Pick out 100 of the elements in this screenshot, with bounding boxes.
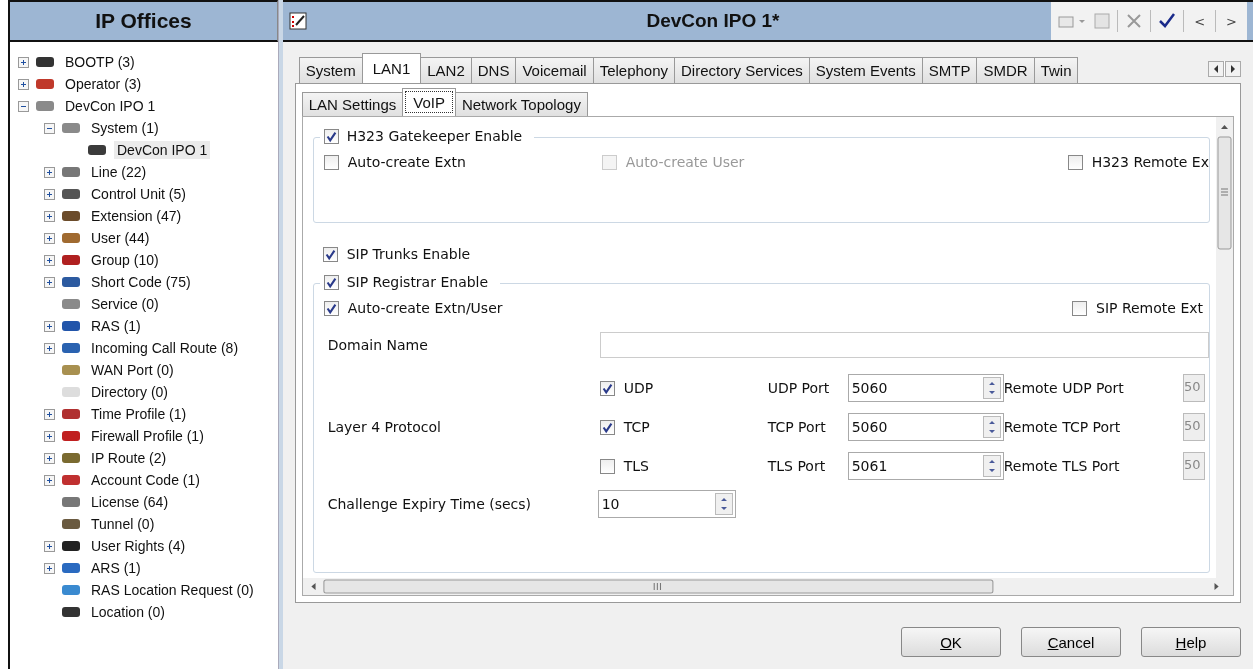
- tab[interactable]: SMTP: [921, 57, 978, 83]
- tree-item[interactable]: Service (0): [88, 295, 162, 313]
- spinner-arrows-icon[interactable]: [714, 493, 733, 515]
- spin-field[interactable]: 5060: [847, 413, 1004, 441]
- tree-item[interactable]: Incoming Call Route (8): [88, 339, 242, 357]
- field-label: Remote TLS Port: [1003, 458, 1121, 474]
- tree-item[interactable]: Time Profile (1): [88, 405, 190, 423]
- field-label: TLS Port: [767, 458, 827, 474]
- tree-item[interactable]: Control Unit (5): [88, 185, 189, 203]
- tree-item[interactable]: Line (22): [88, 163, 150, 181]
- checkbox[interactable]: [599, 380, 615, 396]
- tab[interactable]: SMDR: [976, 57, 1035, 83]
- field-label: TCP Port: [767, 419, 827, 435]
- node-icon: [60, 252, 82, 268]
- expand-toggle[interactable]: [44, 408, 55, 420]
- checkbox[interactable]: [323, 154, 339, 170]
- tree-item[interactable]: User Rights (4): [88, 537, 189, 555]
- checkbox[interactable]: [1067, 154, 1083, 170]
- expand-toggle[interactable]: [44, 342, 55, 354]
- node-icon: [60, 560, 82, 576]
- tree-item[interactable]: Tunnel (0): [88, 515, 158, 533]
- tree-item[interactable]: BOOTP (3): [62, 53, 138, 71]
- scroll-left-icon[interactable]: [1208, 61, 1224, 77]
- tree-item[interactable]: WAN Port (0): [88, 361, 177, 379]
- tab[interactable]: VoIP: [402, 88, 456, 116]
- dialog-button[interactable]: Help: [1141, 627, 1241, 657]
- input-field[interactable]: [599, 332, 1209, 358]
- field-label: Challenge Expiry Time (secs): [326, 496, 533, 512]
- checkbox[interactable]: [323, 128, 339, 144]
- tree-item[interactable]: ARS (1): [88, 559, 144, 577]
- tree-item[interactable]: License (64): [88, 493, 172, 511]
- tree-item[interactable]: Location (0): [88, 603, 168, 621]
- checkbox-label: TCP: [623, 419, 650, 435]
- expand-toggle[interactable]: [44, 188, 55, 200]
- dialog-button[interactable]: Cancel: [1021, 627, 1121, 657]
- expand-toggle[interactable]: [44, 540, 55, 552]
- spinner-arrows-icon[interactable]: [982, 416, 1001, 438]
- tab[interactable]: Network Topology: [454, 92, 588, 116]
- expand-toggle[interactable]: [44, 276, 55, 288]
- checkbox-label: SIP Remote Ext: [1096, 300, 1203, 316]
- checkbox-label: SIP Registrar Enable: [346, 274, 489, 290]
- checkbox[interactable]: [323, 300, 339, 316]
- tree-item[interactable]: Firewall Profile (1): [88, 427, 207, 445]
- tab[interactable]: DNS: [470, 57, 517, 83]
- expand-toggle[interactable]: [18, 100, 29, 112]
- expand-toggle[interactable]: [44, 210, 55, 222]
- tree-item[interactable]: Extension (47): [88, 207, 185, 225]
- spinner-arrows-icon[interactable]: [982, 455, 1001, 477]
- nav-button[interactable]: <: [1190, 13, 1210, 29]
- field-label: Layer 4 Protocol: [326, 419, 442, 435]
- checkbox[interactable]: [322, 246, 338, 262]
- checkbox[interactable]: [1072, 300, 1087, 316]
- expand-toggle[interactable]: [44, 254, 55, 266]
- tree-item[interactable]: RAS (1): [88, 317, 144, 335]
- expand-toggle[interactable]: [44, 122, 55, 134]
- tree-item[interactable]: Directory (0): [88, 383, 171, 401]
- tab[interactable]: Telephony: [592, 57, 676, 83]
- spin-field[interactable]: 5061: [847, 452, 1004, 480]
- tree-item[interactable]: RAS Location Request (0): [88, 581, 257, 599]
- tab[interactable]: Twin: [1033, 57, 1079, 83]
- tree-item[interactable]: Short Code (75): [88, 273, 194, 291]
- expand-toggle[interactable]: [44, 430, 55, 442]
- node-icon: [60, 208, 82, 224]
- tab[interactable]: LAN2: [420, 57, 472, 83]
- checkbox[interactable]: [599, 458, 615, 474]
- checkbox[interactable]: [599, 419, 615, 435]
- nav-button[interactable]: >: [1222, 13, 1241, 29]
- tree-item[interactable]: Operator (3): [62, 75, 145, 93]
- spin-field[interactable]: 10: [597, 490, 736, 518]
- tree-item[interactable]: Account Code (1): [88, 471, 203, 489]
- expand-toggle[interactable]: [44, 452, 55, 464]
- checkbox-label: TLS: [623, 458, 649, 474]
- spin-field[interactable]: 5060: [847, 374, 1004, 402]
- expand-toggle[interactable]: [44, 562, 55, 574]
- tab[interactable]: LAN1: [361, 53, 422, 83]
- expand-toggle[interactable]: [44, 232, 55, 244]
- tab[interactable]: Directory Services: [674, 57, 810, 83]
- tree-item[interactable]: IP Route (2): [88, 449, 170, 467]
- tab[interactable]: Voicemail: [515, 57, 594, 83]
- tree-item[interactable]: DevCon IPO 1: [62, 97, 159, 115]
- dialog-button[interactable]: OK: [901, 627, 1001, 657]
- node-icon: [60, 362, 82, 378]
- expand-toggle[interactable]: [44, 166, 55, 178]
- scroll-right-icon[interactable]: [1225, 61, 1241, 77]
- node-icon: [34, 76, 56, 92]
- expand-toggle[interactable]: [18, 56, 29, 68]
- expand-toggle[interactable]: [44, 474, 55, 486]
- tree-item[interactable]: System (1): [88, 119, 162, 137]
- tree-item[interactable]: Group (10): [88, 251, 162, 269]
- tab[interactable]: System: [298, 57, 363, 83]
- tab[interactable]: System Events: [808, 57, 923, 83]
- field-label: Remote UDP Port: [1003, 380, 1125, 396]
- tree-item[interactable]: User (44): [88, 229, 153, 247]
- node-icon: [60, 340, 82, 356]
- tree-item[interactable]: DevCon IPO 1: [114, 141, 211, 159]
- checkbox[interactable]: [323, 274, 339, 290]
- tab[interactable]: LAN Settings: [301, 92, 404, 116]
- spinner-arrows-icon[interactable]: [982, 377, 1001, 399]
- expand-toggle[interactable]: [44, 320, 55, 332]
- expand-toggle[interactable]: [18, 78, 29, 90]
